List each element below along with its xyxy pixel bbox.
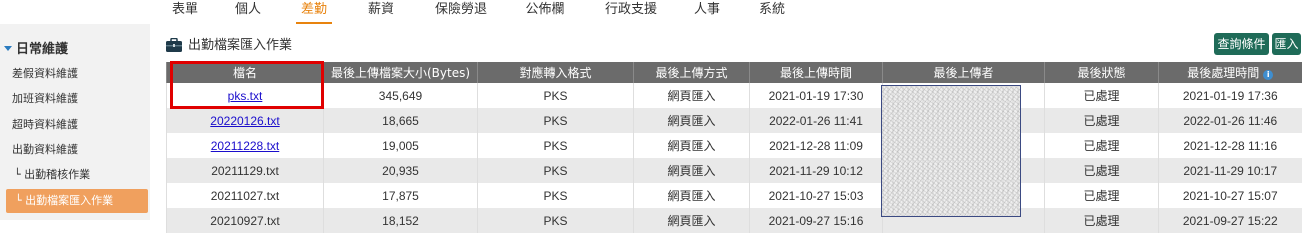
- page-title: 出勤檔案匯入作業: [188, 38, 293, 53]
- table-row: 20211027.txt 17,875 PKS 網頁匯入 2021-10-27 …: [166, 183, 1302, 208]
- top-nav: 表單 個人 差勤 薪資 保險勞退 公佈欄 行政支援 人事 系統: [0, 0, 1303, 24]
- column-header-uploader[interactable]: 最後上傳者: [882, 62, 1045, 83]
- sidebar-group-daily-maintenance[interactable]: 日常維護: [4, 38, 68, 57]
- sidebar-item-excess-hours[interactable]: 超時資料維護: [0, 113, 148, 137]
- file-name-text: 20211129.txt: [211, 163, 279, 178]
- cell-size: 17,875: [323, 183, 478, 208]
- sidebar-group-label: 日常維護: [16, 42, 69, 57]
- cell-status: 已處理: [1044, 183, 1159, 208]
- cell-status: 已處理: [1044, 133, 1159, 158]
- caret-down-icon: [4, 46, 12, 51]
- cell-filename: 20211228.txt: [166, 133, 324, 158]
- cell-size: 345,649: [323, 83, 478, 108]
- tab-attendance[interactable]: 差勤: [296, 0, 332, 24]
- cell-status: 已處理: [1044, 83, 1159, 108]
- tab-bulletin[interactable]: 公佈欄: [523, 0, 567, 22]
- file-link[interactable]: 20211228.txt: [211, 139, 280, 153]
- column-header-method[interactable]: 最後上傳方式: [633, 62, 750, 83]
- column-header-processed-time[interactable]: 最後處理時間 i: [1158, 62, 1302, 83]
- cell-size: 20,935: [323, 158, 478, 183]
- cell-upload-time: 2021-10-27 15:03: [749, 183, 883, 208]
- cell-method: 網頁匯入: [633, 83, 750, 108]
- tab-admin-support[interactable]: 行政支援: [603, 0, 659, 22]
- sidebar-item-attendance-import[interactable]: └ 出勤檔案匯入作業: [6, 189, 148, 213]
- tab-forms[interactable]: 表單: [171, 0, 199, 22]
- sidebar: 日常維護 差假資料維護 加班資料維護 超時資料維護 出勤資料維護 └ 出勤稽核作…: [0, 24, 150, 220]
- tab-payroll[interactable]: 薪資: [367, 0, 395, 22]
- column-header-status[interactable]: 最後狀態: [1044, 62, 1159, 83]
- cell-processed-time: 2022-01-26 11:46: [1158, 108, 1302, 133]
- cell-format: PKS: [477, 133, 634, 158]
- file-name-text: 20211027.txt: [210, 188, 280, 203]
- cell-method: 網頁匯入: [633, 133, 750, 158]
- table-row: 20211129.txt 20,935 PKS 網頁匯入 2021-11-29 …: [166, 158, 1302, 183]
- cell-size: 19,005: [323, 133, 478, 158]
- briefcase-icon: [166, 37, 182, 56]
- cell-status: 已處理: [1044, 208, 1159, 233]
- column-header-upload-time[interactable]: 最後上傳時間: [749, 62, 883, 83]
- cell-method: 網頁匯入: [633, 158, 750, 183]
- file-import-table: 檔名 最後上傳檔案大小(Bytes) 對應轉入格式 最後上傳方式 最後上傳時間 …: [166, 62, 1302, 233]
- cell-processed-time: 2021-11-29 10:17: [1158, 158, 1302, 183]
- cell-method: 網頁匯入: [633, 108, 750, 133]
- file-name-text: 20210927.txt: [210, 213, 280, 228]
- cell-format: PKS: [477, 158, 634, 183]
- column-header-filename[interactable]: 檔名: [166, 62, 324, 83]
- table-row: 20220126.txt 18,665 PKS 網頁匯入 2022-01-26 …: [166, 108, 1302, 133]
- cell-processed-time: 2021-01-19 17:36: [1158, 83, 1302, 108]
- column-header-format[interactable]: 對應轉入格式: [477, 62, 634, 83]
- cell-format: PKS: [477, 83, 634, 108]
- redacted-uploader-overlay: [881, 85, 1021, 217]
- cell-upload-time: 2021-09-27 15:16: [749, 208, 883, 233]
- table-row: pks.txt 345,649 PKS 網頁匯入 2021-01-19 17:3…: [166, 83, 1302, 108]
- cell-size: 18,665: [323, 108, 478, 133]
- tab-hr[interactable]: 人事: [693, 0, 721, 22]
- table-row: 20211228.txt 19,005 PKS 網頁匯入 2021-12-28 …: [166, 133, 1302, 158]
- cell-filename: 20210927.txt: [166, 208, 324, 233]
- sidebar-item-attendance[interactable]: 出勤資料維護: [0, 138, 148, 162]
- cell-format: PKS: [477, 108, 634, 133]
- cell-upload-time: 2021-11-29 10:12: [749, 158, 883, 183]
- cell-method: 網頁匯入: [633, 183, 750, 208]
- table-row: 20210927.txt 18,152 PKS 網頁匯入 2021-09-27 …: [166, 208, 1302, 233]
- column-header-size[interactable]: 最後上傳檔案大小(Bytes): [323, 62, 478, 83]
- cell-filename: 20211129.txt: [166, 158, 324, 183]
- sidebar-item-overtime[interactable]: 加班資料維護: [0, 87, 148, 111]
- cell-filename: pks.txt: [166, 83, 324, 108]
- column-header-processed-time-label: 最後處理時間: [1187, 66, 1260, 80]
- cell-status: 已處理: [1044, 108, 1159, 133]
- cell-filename: 20220126.txt: [166, 108, 324, 133]
- import-button[interactable]: 匯入: [1272, 33, 1301, 55]
- cell-method: 網頁匯入: [633, 208, 750, 233]
- cell-processed-time: 2021-10-27 15:07: [1158, 183, 1302, 208]
- page-header: 出勤檔案匯入作業: [166, 34, 292, 54]
- tab-personal[interactable]: 個人: [234, 0, 262, 22]
- cell-upload-time: 2022-01-26 11:41: [749, 108, 883, 133]
- cell-upload-time: 2021-12-28 11:09: [749, 133, 883, 158]
- cell-processed-time: 2021-09-27 15:22: [1158, 208, 1302, 233]
- tab-system[interactable]: 系統: [758, 0, 786, 22]
- cell-processed-time: 2021-12-28 11:16: [1158, 133, 1302, 158]
- file-link[interactable]: 20220126.txt: [210, 114, 279, 128]
- cell-upload-time: 2021-01-19 17:30: [749, 83, 883, 108]
- cell-format: PKS: [477, 208, 634, 233]
- cell-filename: 20211027.txt: [166, 183, 324, 208]
- cell-size: 18,152: [323, 208, 478, 233]
- table-header-row: 檔名 最後上傳檔案大小(Bytes) 對應轉入格式 最後上傳方式 最後上傳時間 …: [166, 62, 1302, 83]
- sidebar-item-attendance-audit[interactable]: └ 出勤稽核作業: [0, 163, 148, 187]
- cell-status: 已處理: [1044, 158, 1159, 183]
- query-conditions-button[interactable]: 查詢條件: [1214, 33, 1269, 55]
- file-link[interactable]: pks.txt: [228, 89, 263, 103]
- tab-insurance[interactable]: 保險勞退: [433, 0, 489, 22]
- cell-format: PKS: [477, 183, 634, 208]
- sidebar-item-leave[interactable]: 差假資料維護: [0, 62, 148, 86]
- info-icon[interactable]: i: [1263, 70, 1274, 80]
